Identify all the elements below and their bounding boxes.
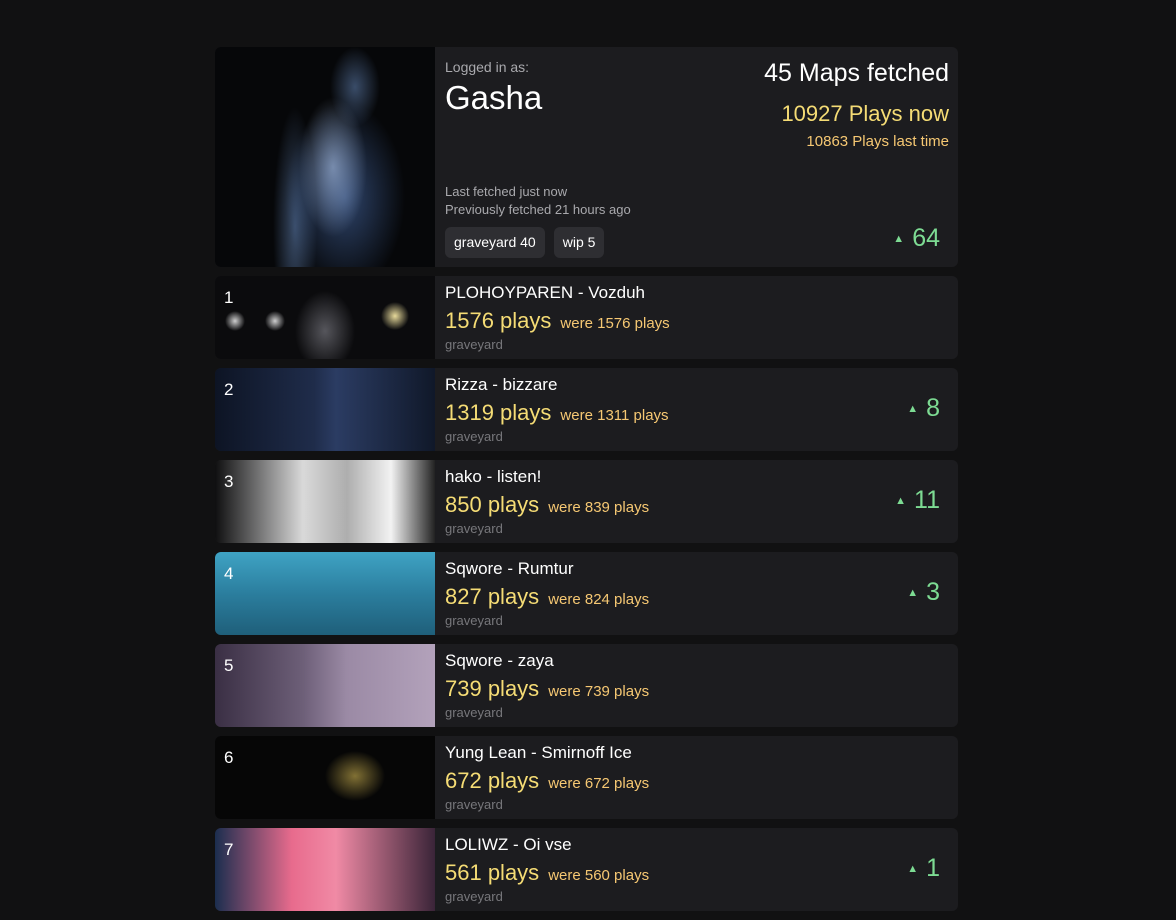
map-previous-plays: were 1311 plays [560, 407, 669, 424]
map-title: PLOHOYPAREN - Vozduh [445, 283, 645, 302]
map-thumbnail: 2 [215, 368, 435, 451]
map-info: hako - listen! 850 plays were 839 plays … [435, 460, 958, 543]
map-plays-line: 1319 plays were 1311 plays [445, 400, 958, 426]
map-thumbnail: 1 [215, 276, 435, 359]
triangle-up-icon: ▲ [895, 494, 907, 507]
profile-delta: ▲ 64 [893, 224, 940, 253]
map-title: Yung Lean - Smirnoff Ice [445, 743, 632, 762]
last-fetched: Last fetched just now [445, 184, 568, 199]
map-status: graveyard [445, 797, 503, 812]
profile-avatar [215, 47, 435, 267]
map-delta-value: 3 [926, 578, 940, 606]
map-row[interactable]: 1 PLOHOYPAREN - Vozduh 1576 plays were 1… [215, 276, 958, 359]
map-delta: ▲ 8 [907, 394, 940, 423]
status-tags: graveyard 40 wip 5 [445, 227, 605, 258]
map-plays: 739 plays [445, 676, 540, 701]
map-plays: 827 plays [445, 584, 540, 609]
triangle-up-icon: ▲ [893, 232, 905, 245]
plays-now: 10927 Plays now [781, 101, 949, 126]
map-info: Yung Lean - Smirnoff Ice 672 plays were … [435, 736, 958, 819]
map-status: graveyard [445, 337, 503, 352]
map-rank: 5 [224, 656, 234, 675]
map-title: Sqwore - Rumtur [445, 559, 574, 578]
map-plays-line: 850 plays were 839 plays [445, 492, 958, 518]
map-thumbnail: 3 [215, 460, 435, 543]
map-plays: 672 plays [445, 768, 540, 793]
fetch-info: Last fetched just now Previously fetched… [445, 183, 631, 219]
map-previous-plays: were 824 plays [548, 591, 650, 608]
map-status: graveyard [445, 429, 503, 444]
map-info: Sqwore - Rumtur 827 plays were 824 plays… [435, 552, 958, 635]
map-info: PLOHOYPAREN - Vozduh 1576 plays were 157… [435, 276, 958, 359]
map-rank: 1 [224, 288, 234, 307]
map-delta: ▲ 11 [895, 486, 940, 515]
map-delta-value: 1 [926, 854, 940, 882]
map-title: Sqwore - zaya [445, 651, 554, 670]
triangle-up-icon: ▲ [907, 402, 919, 415]
map-row[interactable]: 5 Sqwore - zaya 739 plays were 739 plays… [215, 644, 958, 727]
map-delta-value: 8 [926, 394, 940, 422]
map-previous-plays: were 1576 plays [560, 315, 670, 332]
map-rank: 6 [224, 748, 234, 767]
map-plays: 1319 plays [445, 400, 552, 425]
map-plays-line: 672 plays were 672 plays [445, 768, 958, 794]
map-thumbnail: 7 [215, 828, 435, 911]
map-status: graveyard [445, 521, 503, 536]
map-row[interactable]: 4 Sqwore - Rumtur 827 plays were 824 pla… [215, 552, 958, 635]
map-status: graveyard [445, 889, 503, 904]
map-previous-plays: were 672 plays [548, 775, 650, 792]
triangle-up-icon: ▲ [907, 586, 919, 599]
map-row[interactable]: 7 LOLIWZ - Oi vse 561 plays were 560 pla… [215, 828, 958, 911]
map-plays-line: 561 plays were 560 plays [445, 860, 958, 886]
map-row[interactable]: 3 hako - listen! 850 plays were 839 play… [215, 460, 958, 543]
profile-info: Logged in as: Gasha 45 Maps fetched 1092… [435, 47, 958, 267]
map-delta-value: 11 [914, 486, 940, 514]
map-previous-plays: were 839 plays [548, 499, 650, 516]
map-status: graveyard [445, 705, 503, 720]
map-title: Rizza - bizzare [445, 375, 558, 394]
tag-graveyard[interactable]: graveyard 40 [445, 227, 545, 258]
map-row[interactable]: 2 Rizza - bizzare 1319 plays were 1311 p… [215, 368, 958, 451]
profile-card: Logged in as: Gasha 45 Maps fetched 1092… [215, 47, 958, 267]
map-rank: 4 [224, 564, 234, 583]
map-title: LOLIWZ - Oi vse [445, 835, 572, 854]
map-thumbnail: 4 [215, 552, 435, 635]
map-rank: 3 [224, 472, 234, 491]
previously-fetched: Previously fetched 21 hours ago [445, 202, 631, 217]
map-plays-line: 1576 plays were 1576 plays [445, 308, 958, 334]
map-delta: ▲ 1 [907, 854, 940, 883]
map-status: graveyard [445, 613, 503, 628]
map-thumbnail: 5 [215, 644, 435, 727]
main-list: Logged in as: Gasha 45 Maps fetched 1092… [215, 47, 958, 920]
profile-delta-value: 64 [912, 224, 940, 252]
map-row[interactable]: 6 Yung Lean - Smirnoff Ice 672 plays wer… [215, 736, 958, 819]
triangle-up-icon: ▲ [907, 862, 919, 875]
map-title: hako - listen! [445, 467, 542, 486]
map-info: Sqwore - zaya 739 plays were 739 plays g… [435, 644, 958, 727]
map-plays-line: 739 plays were 739 plays [445, 676, 958, 702]
map-info: LOLIWZ - Oi vse 561 plays were 560 plays… [435, 828, 958, 911]
map-previous-plays: were 739 plays [548, 683, 650, 700]
map-previous-plays: were 560 plays [548, 867, 650, 884]
map-rank: 7 [224, 840, 234, 859]
map-plays-line: 827 plays were 824 plays [445, 584, 958, 610]
tag-wip[interactable]: wip 5 [553, 227, 605, 258]
maps-fetched-count: 45 Maps fetched [764, 59, 949, 87]
map-thumbnail: 6 [215, 736, 435, 819]
map-plays: 561 plays [445, 860, 540, 885]
map-delta: ▲ 3 [907, 578, 940, 607]
map-rank: 2 [224, 380, 234, 399]
map-plays: 1576 plays [445, 308, 552, 333]
map-info: Rizza - bizzare 1319 plays were 1311 pla… [435, 368, 958, 451]
map-plays: 850 plays [445, 492, 540, 517]
plays-last-time: 10863 Plays last time [806, 133, 949, 150]
